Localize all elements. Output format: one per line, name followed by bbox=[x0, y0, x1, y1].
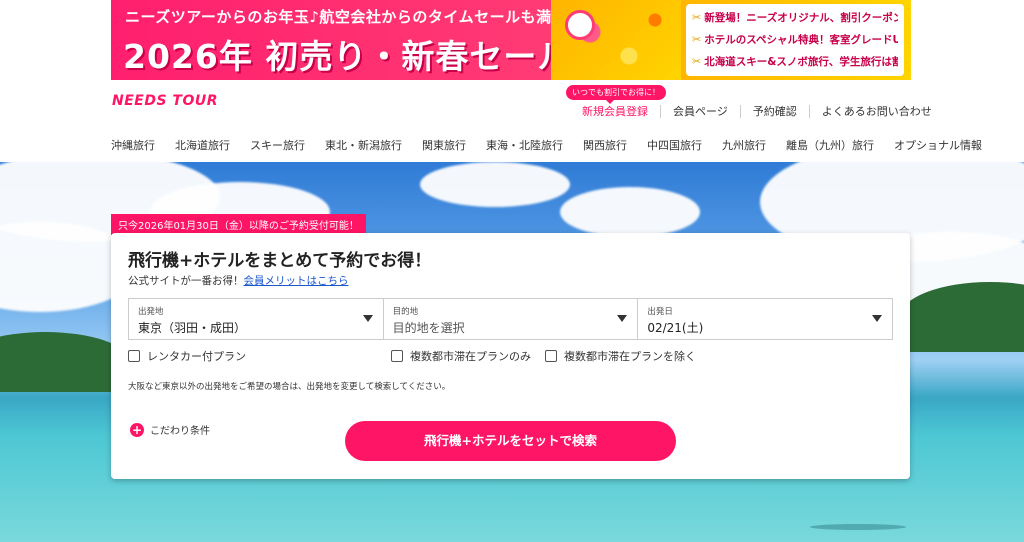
nav-kansai[interactable]: 関西旅行 bbox=[583, 137, 627, 153]
site-logo[interactable]: NEEDS TOUR bbox=[112, 93, 218, 109]
search-button[interactable]: 飛行機+ホテルをセットで検索 bbox=[345, 421, 676, 461]
nav-ski[interactable]: スキー旅行 bbox=[250, 137, 305, 153]
search-panel: 飛行機+ホテルをまとめて予約でお得！ 公式サイトが一番お得！会員メリットはこちら… bbox=[111, 233, 910, 479]
cloud bbox=[420, 162, 570, 207]
conditions-toggle[interactable]: + こだわり条件 bbox=[130, 422, 210, 437]
cloud bbox=[560, 187, 700, 237]
ribbon-icon: ✂ bbox=[692, 54, 702, 68]
utility-nav: 新規会員登録 会員ページ 予約確認 よくあるお問い合わせ bbox=[570, 105, 944, 118]
departure-select[interactable]: 出発地 東京（羽田・成田） bbox=[129, 299, 383, 339]
date-select[interactable]: 出発日 02/21(土) bbox=[637, 299, 892, 339]
booking-notice: 只今2026年01月30日（金）以降のご予約受付可能！ bbox=[111, 214, 366, 235]
member-benefits-link[interactable]: 会員メリットはこちら bbox=[244, 275, 349, 287]
promo-point: ✂ホテルのスペシャル特典！客室グレードUPや食事サービスなど！ bbox=[692, 32, 898, 46]
member-page-link[interactable]: 会員ページ bbox=[660, 105, 740, 118]
promo-points: ✂新登場！ニーズオリジナル、割引クーポンを配布！最大3万円！ ✂ホテルのスペシャ… bbox=[686, 4, 904, 76]
date-value: 02/21(土) bbox=[647, 321, 704, 335]
panel-subtitle: 公式サイトが一番お得！会員メリットはこちら bbox=[128, 275, 349, 287]
faq-link[interactable]: よくあるお問い合わせ bbox=[808, 105, 944, 118]
caret-down-icon bbox=[617, 315, 628, 322]
promo-title: 2026年 初売り・新春セール bbox=[123, 37, 572, 76]
category-nav: 沖縄旅行 北海道旅行 スキー旅行 東北・新潟旅行 関東旅行 東海・北陸旅行 関西… bbox=[111, 137, 1002, 153]
nav-okinawa[interactable]: 沖縄旅行 bbox=[111, 137, 155, 153]
nav-chushikoku[interactable]: 中四国旅行 bbox=[647, 137, 702, 153]
panel-title: 飛行機+ホテルをまとめて予約でお得！ bbox=[128, 251, 432, 271]
ribbon-icon: ✂ bbox=[692, 10, 702, 24]
signup-tooltip: いつでも割引でお得に！ bbox=[566, 85, 666, 104]
boat-shadow bbox=[810, 524, 906, 530]
promo-point: ✂新登場！ニーズオリジナル、割引クーポンを配布！最大3万円！ bbox=[692, 10, 898, 24]
ribbon-icon: ✂ bbox=[692, 32, 702, 46]
caret-down-icon bbox=[362, 315, 373, 322]
signup-link[interactable]: 新規会員登録 bbox=[570, 105, 660, 118]
promo-point: ✂北海道スキー&スノボ旅行、学生旅行は割引クーポンが併用OKで超オトク! bbox=[692, 54, 898, 68]
departure-hint: 大阪など東京以外の出発地をご希望の場合は、出発地を変更して検索してください。 bbox=[128, 382, 451, 392]
plus-icon: + bbox=[130, 422, 144, 437]
nav-remote-islands[interactable]: 離島（九州）旅行 bbox=[786, 137, 874, 153]
promo-subtitle: ニーズツアーからのお年玉♪航空会社からのタイムセールも満載 bbox=[125, 8, 568, 26]
rental-car-checkbox[interactable]: レンタカー付プラン bbox=[128, 348, 246, 364]
nav-hokkaido[interactable]: 北海道旅行 bbox=[175, 137, 230, 153]
multi-city-only-checkbox[interactable]: 複数都市滞在プランのみ bbox=[391, 348, 531, 364]
nav-kanto[interactable]: 関東旅行 bbox=[422, 137, 466, 153]
exclude-multi-city-checkbox[interactable]: 複数都市滞在プランを除く bbox=[545, 348, 696, 364]
plum-blossom-icon bbox=[565, 10, 595, 40]
caret-down-icon bbox=[872, 315, 883, 322]
promo-headline: ニーズツアーからのお年玉♪航空会社からのタイムセールも満載 2026年 初売り・… bbox=[121, 0, 571, 80]
reservation-check-link[interactable]: 予約確認 bbox=[739, 105, 809, 118]
promo-banner[interactable]: ニーズツアーからのお年玉♪航空会社からのタイムセールも満載 2026年 初売り・… bbox=[111, 0, 911, 80]
destination-placeholder: 目的地を選択 bbox=[392, 321, 465, 335]
departure-value: 東京（羽田・成田） bbox=[138, 321, 247, 335]
checkbox-icon bbox=[128, 350, 140, 362]
search-fields: 出発地 東京（羽田・成田） 目的地 目的地を選択 出発日 02/21(土) bbox=[128, 298, 893, 340]
nav-optional[interactable]: オプショナル情報 bbox=[894, 137, 982, 153]
checkbox-icon bbox=[391, 350, 403, 362]
nav-tokai-hokuriku[interactable]: 東海・北陸旅行 bbox=[486, 137, 563, 153]
nav-kyushu[interactable]: 九州旅行 bbox=[722, 137, 766, 153]
checkbox-icon bbox=[545, 350, 557, 362]
nav-tohoku-niigata[interactable]: 東北・新潟旅行 bbox=[325, 137, 402, 153]
destination-select[interactable]: 目的地 目的地を選択 bbox=[382, 299, 638, 339]
plan-options: レンタカー付プラン 複数都市滞在プランのみ 複数都市滞在プランを除く bbox=[128, 348, 893, 364]
